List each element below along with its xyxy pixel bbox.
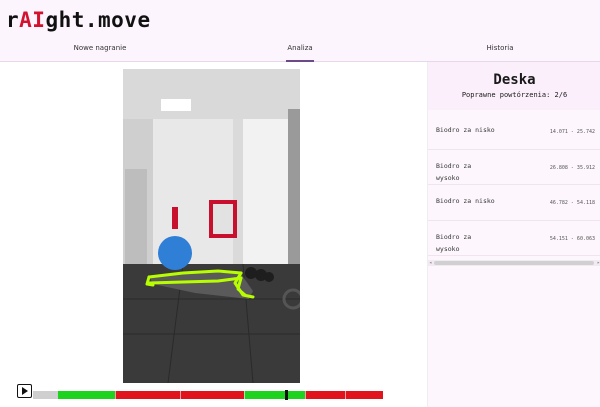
error-time-range: 54.151 - 60.063 bbox=[549, 235, 595, 242]
video-player[interactable] bbox=[123, 69, 300, 383]
error-item[interactable]: Biodro za wysoko 26.808 - 35.912 bbox=[428, 150, 600, 185]
timeline-divider bbox=[304, 391, 306, 399]
error-time-range: 26.808 - 35.912 bbox=[549, 164, 595, 171]
play-button[interactable] bbox=[17, 384, 32, 398]
error-label: Biodro za nisko bbox=[436, 126, 495, 134]
error-time-range: 46.782 - 54.118 bbox=[549, 200, 595, 206]
main-panel bbox=[0, 62, 427, 407]
ceiling-light bbox=[161, 99, 191, 111]
app-logo: rAIght.move bbox=[6, 8, 151, 32]
error-label: Biodro za nisko bbox=[436, 197, 495, 205]
elevator-door bbox=[125, 169, 147, 269]
analysis-sidebar: Deska Poprawne powtórzenia: 2/6 Biodro z… bbox=[427, 62, 600, 407]
scrollbar-thumb[interactable] bbox=[434, 261, 594, 265]
timeline-segment-neutral[interactable] bbox=[33, 391, 58, 399]
horizontal-scrollbar[interactable]: ◂ ▸ bbox=[428, 260, 600, 266]
tab-bar: Nowe nagranie Analiza Historia bbox=[0, 38, 600, 62]
error-list: Biodro za nisko 14.071 - 25.742 Biodro z… bbox=[428, 114, 600, 256]
scroll-left-icon[interactable]: ◂ bbox=[429, 260, 432, 266]
tab-new-recording[interactable]: Nowe nagranie bbox=[0, 38, 200, 62]
tab-analysis[interactable]: Analiza bbox=[200, 38, 400, 62]
tab-history[interactable]: Historia bbox=[400, 38, 600, 62]
error-label: Biodro za wysoko bbox=[436, 161, 472, 182]
timeline-divider bbox=[344, 391, 346, 399]
timeline-segment-good[interactable] bbox=[243, 391, 305, 399]
error-label: Biodro za wysoko bbox=[436, 232, 472, 253]
timeline-divider bbox=[180, 391, 181, 399]
app-header: rAIght.move Nowe nagranie Analiza Histor… bbox=[0, 0, 600, 62]
exercise-title: Deska bbox=[493, 72, 536, 88]
playhead[interactable] bbox=[285, 390, 288, 400]
timeline-divider bbox=[115, 391, 117, 399]
correct-reps-label: Poprawne powtórzenia: 2/6 bbox=[461, 91, 568, 99]
timeline-divider bbox=[243, 391, 245, 399]
fire-extinguisher bbox=[172, 207, 178, 229]
error-time-range: 14.071 - 25.742 bbox=[549, 129, 595, 135]
timeline-segment-good[interactable] bbox=[57, 391, 116, 399]
video-frame bbox=[123, 69, 300, 383]
exercise-ball bbox=[158, 236, 192, 270]
playback-controls bbox=[17, 383, 387, 401]
error-item[interactable]: Biodro za wysoko 54.151 - 60.063 bbox=[428, 221, 600, 256]
error-item[interactable]: Biodro za nisko 46.782 - 54.118 bbox=[428, 185, 600, 221]
error-item[interactable]: Biodro za nisko 14.071 - 25.742 bbox=[428, 114, 600, 150]
exercise-summary: Deska Poprawne powtórzenia: 2/6 bbox=[428, 62, 600, 110]
analysis-timeline[interactable] bbox=[33, 390, 383, 400]
